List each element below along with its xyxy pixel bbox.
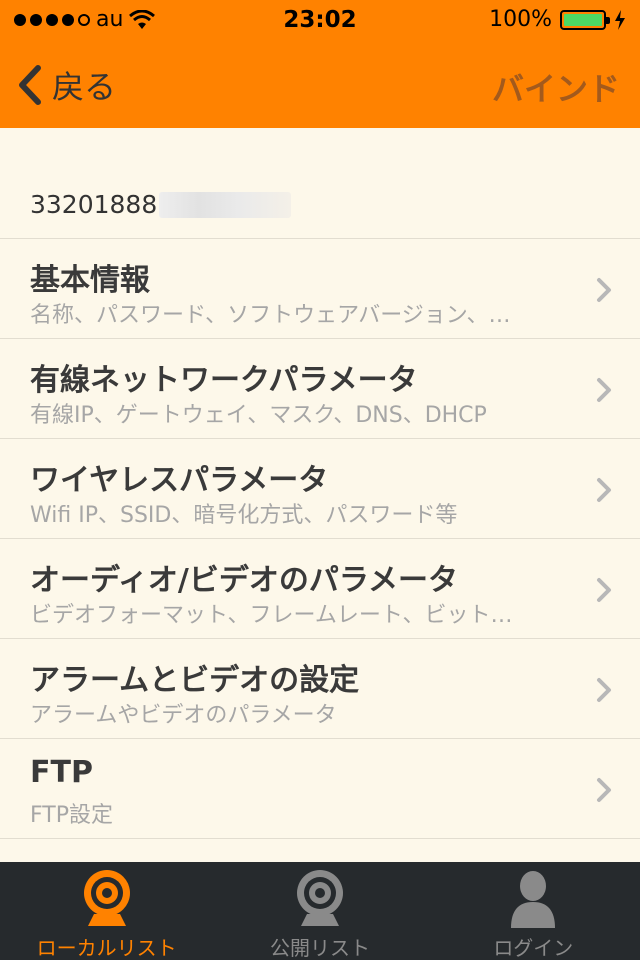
- list-item-title: 基本情報: [30, 263, 150, 298]
- list-item-wireless[interactable]: ワイヤレスパラメータ Wifi IP、SSID、暗号化方式、パスワード等: [0, 439, 640, 539]
- tab-label: 公開リスト: [269, 936, 370, 960]
- tab-bar: ローカルリスト 公開リスト ログイン: [0, 862, 640, 960]
- list-item-subtitle: FTP設定: [30, 803, 113, 828]
- list-item-title: ワイヤレスパラメータ: [30, 463, 329, 498]
- list-item-audio-video[interactable]: オーディオ/ビデオのパラメータ ビデオフォーマット、フレームレート、ビット…: [0, 539, 640, 639]
- chevron-right-icon: [597, 478, 611, 502]
- list-item-title: 有線ネットワークパラメータ: [30, 363, 418, 398]
- redacted-id-mask: [159, 191, 292, 218]
- chevron-right-icon: [597, 278, 611, 302]
- navigation-bar: 戻る バインド: [0, 40, 640, 128]
- webcam-icon: [296, 870, 343, 926]
- list-item-wired-network[interactable]: 有線ネットワークパラメータ 有線IP、ゲートウェイ、マスク、DNS、DHCP: [0, 339, 640, 439]
- tab-label: ログイン: [493, 936, 574, 960]
- tab-label: ローカルリスト: [36, 936, 177, 960]
- chevron-right-icon: [597, 378, 611, 402]
- status-bar: au 23:02 100%: [0, 0, 640, 40]
- list-item-basic-info[interactable]: 基本情報 名称、パスワード、ソフトウェアバージョン、…: [0, 239, 640, 339]
- webcam-icon: [83, 870, 130, 926]
- list-item-title: アラームとビデオの設定: [30, 663, 360, 698]
- list-item-subtitle: ビデオフォーマット、フレームレート、ビット…: [30, 603, 513, 628]
- list-item-title: FTP: [30, 755, 93, 790]
- chevron-right-icon: [597, 578, 611, 602]
- battery-status: 100%: [489, 7, 626, 32]
- list-item-subtitle: アラームやビデオのパラメータ: [30, 703, 337, 728]
- charging-icon: [615, 9, 625, 30]
- battery-percent: 100%: [489, 7, 552, 32]
- bind-button[interactable]: バインド: [492, 64, 620, 110]
- battery-icon: [560, 9, 610, 30]
- list-item-alarm-video[interactable]: アラームとビデオの設定 アラームやビデオのパラメータ: [0, 639, 640, 739]
- list-item-title: オーディオ/ビデオのパラメータ: [30, 563, 458, 598]
- device-id-text: 33201888: [30, 190, 158, 219]
- chevron-left-icon: [19, 65, 41, 105]
- back-label: 戻る: [52, 68, 117, 106]
- settings-list: 基本情報 名称、パスワード、ソフトウェアバージョン、… 有線ネットワークパラメー…: [0, 238, 640, 839]
- list-item-ftp[interactable]: FTP FTP設定: [0, 739, 640, 839]
- list-item-subtitle: 有線IP、ゲートウェイ、マスク、DNS、DHCP: [30, 403, 487, 428]
- tab-public-list[interactable]: 公開リスト: [213, 862, 426, 960]
- device-id: 33201888: [30, 190, 292, 219]
- person-icon: [511, 871, 556, 928]
- chevron-right-icon: [597, 678, 611, 702]
- list-item-subtitle: 名称、パスワード、ソフトウェアバージョン、…: [30, 303, 511, 328]
- chevron-right-icon: [597, 778, 611, 802]
- back-button[interactable]: 戻る: [16, 62, 116, 108]
- tab-login[interactable]: ログイン: [427, 862, 640, 960]
- tab-local-list[interactable]: ローカルリスト: [0, 862, 213, 960]
- list-item-subtitle: Wifi IP、SSID、暗号化方式、パスワード等: [30, 503, 458, 528]
